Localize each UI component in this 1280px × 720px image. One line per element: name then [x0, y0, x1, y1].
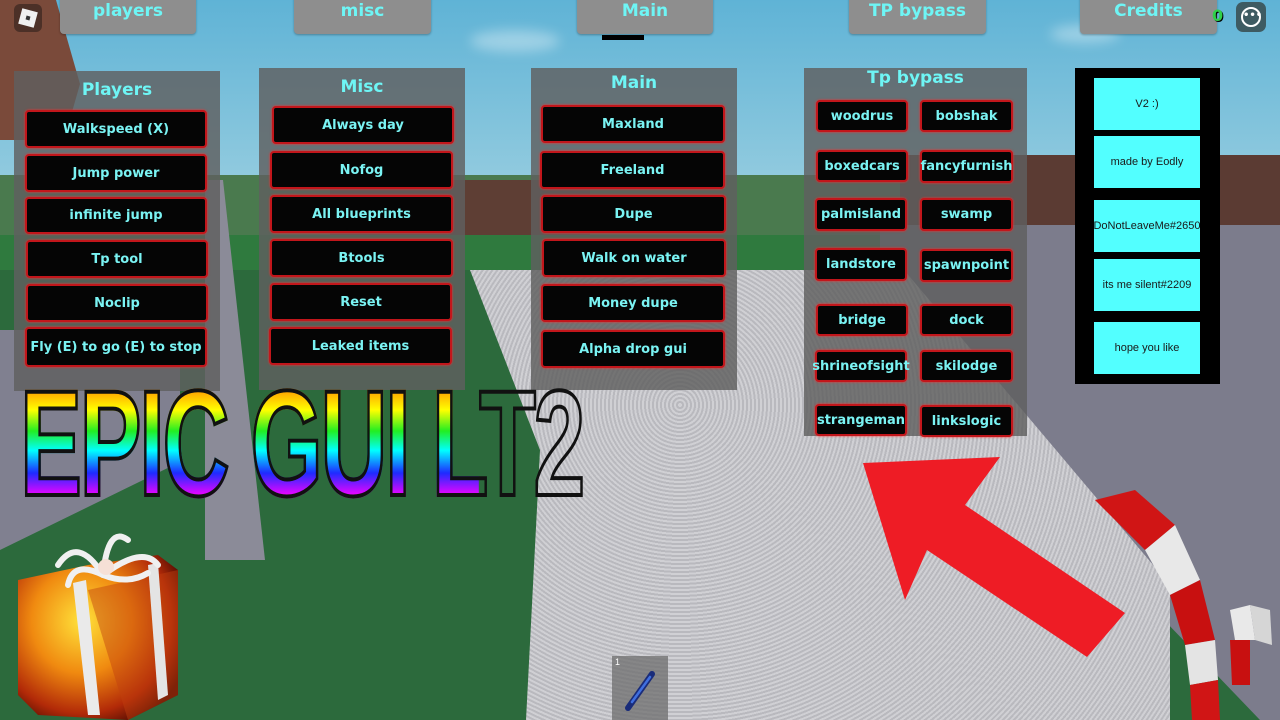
tp-palmisland-button[interactable]: palmisland [815, 198, 907, 231]
thumbnail-title-wrap: EPIC GUI LT2 [19, 366, 760, 520]
freeland-button[interactable]: Freeland [540, 151, 725, 189]
ellipsis-menu-icon: ••• [1241, 7, 1262, 27]
tp-strangeman-button[interactable]: strangeman [815, 404, 907, 436]
dupe-button[interactable]: Dupe [541, 195, 726, 233]
walk-on-water-button[interactable]: Walk on water [542, 239, 726, 277]
money-dupe-button[interactable]: Money dupe [541, 284, 725, 322]
tab-players[interactable]: players [60, 0, 196, 34]
always-day-button[interactable]: Always day [272, 106, 454, 144]
players-panel: Players Walkspeed (X) Jump power infinit… [14, 71, 220, 391]
hotbar-slot-1[interactable]: 1 [612, 656, 668, 720]
tab-tp-bypass[interactable]: TP bypass [849, 0, 986, 34]
btools-button[interactable]: Btools [270, 239, 453, 277]
nofog-button[interactable]: Nofog [270, 151, 453, 189]
credit-line: V2 :) [1094, 78, 1200, 130]
credit-line: made by Eodly [1094, 136, 1200, 188]
reset-button[interactable]: Reset [270, 283, 452, 321]
misc-panel: Misc Always day Nofog All blueprints Bto… [259, 68, 465, 390]
maxland-button[interactable]: Maxland [541, 105, 725, 143]
tab-main[interactable]: Main [577, 0, 713, 34]
pencil-tool-icon [625, 671, 655, 711]
tp-woodrus-button[interactable]: woodrus [816, 100, 908, 132]
roblox-logo-icon[interactable] [14, 4, 42, 32]
tp-linkslogic-button[interactable]: linkslogic [920, 405, 1013, 437]
panel-title: Misc [340, 77, 384, 97]
walkspeed-button[interactable]: Walkspeed (X) [25, 110, 207, 148]
credit-line: hope you like [1094, 322, 1200, 374]
tp-bypass-panel: Tp bypass woodrus bobshak boxedcars fanc… [804, 68, 1027, 437]
all-blueprints-button[interactable]: All blueprints [270, 195, 453, 233]
tp-dock-button[interactable]: dock [920, 304, 1013, 336]
tp-bridge-button[interactable]: bridge [816, 304, 908, 336]
tab-misc[interactable]: misc [294, 0, 431, 34]
tab-label: Credits [1114, 1, 1183, 21]
jump-power-button[interactable]: Jump power [25, 154, 207, 192]
tab-underline [602, 35, 644, 40]
roblox-menu-button[interactable]: ••• [1236, 2, 1266, 32]
tp-boxedcars-button[interactable]: boxedcars [816, 150, 908, 182]
tp-landstore-button[interactable]: landstore [815, 248, 907, 281]
tab-label: TP bypass [868, 1, 967, 21]
gift-box-icon [18, 533, 178, 720]
panel-title: Main [610, 73, 658, 93]
noclip-button[interactable]: Noclip [26, 284, 208, 322]
thumbnail-title: EPIC GUI LT2 [19, 359, 587, 527]
tp-bobshak-button[interactable]: bobshak [920, 100, 1013, 132]
main-panel: Main Maxland Freeland Dupe Walk on water… [531, 68, 737, 390]
panel-title: Players [81, 80, 153, 100]
hotbar-slot-number: 1 [615, 657, 621, 667]
credit-line: DoNotLeaveMe#2650 [1093, 200, 1201, 252]
tp-shrineofsight-button[interactable]: shrineofsight [812, 350, 910, 382]
credits-panel: V2 :) made by Eodly DoNotLeaveMe#2650 it… [1075, 68, 1220, 384]
candy-cane-icon [1095, 490, 1272, 720]
tab-label: misc [340, 1, 385, 21]
infinite-jump-button[interactable]: infinite jump [25, 197, 207, 234]
tp-skilodge-button[interactable]: skilodge [920, 350, 1013, 382]
tab-label: players [92, 1, 164, 21]
tp-tool-button[interactable]: Tp tool [26, 240, 208, 278]
credit-line: its me silent#2209 [1094, 259, 1200, 311]
panel-title: Tp bypass [867, 68, 964, 88]
currency-counter: 0 [1212, 6, 1224, 25]
tp-fancyfurnish-button[interactable]: fancyfurnish [920, 150, 1013, 183]
tab-label: Main [621, 1, 669, 21]
tp-swamp-button[interactable]: swamp [920, 198, 1013, 231]
tab-credits[interactable]: Credits [1080, 0, 1217, 34]
cloud [470, 30, 560, 52]
tp-spawnpoint-button[interactable]: spawnpoint [920, 249, 1013, 282]
